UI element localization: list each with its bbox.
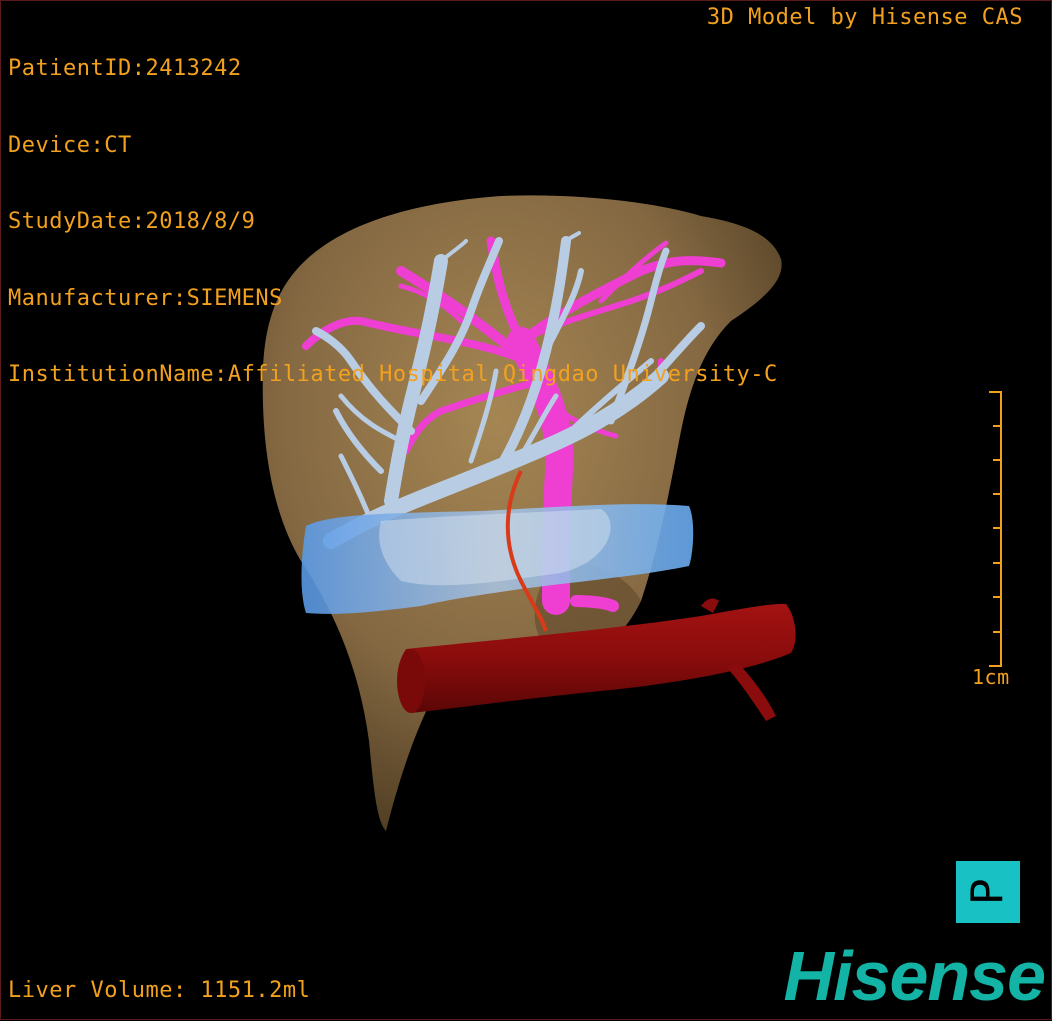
manufacturer-text: Manufacturer:SIEMENS bbox=[8, 285, 283, 311]
orientation-marker-button[interactable]: P bbox=[956, 861, 1020, 923]
scale-bar bbox=[989, 391, 1002, 667]
scale-bar-label: 1cm bbox=[972, 665, 1010, 689]
study-info-panel: PatientID:2413242 Device:CT StudyDate:20… bbox=[8, 5, 778, 439]
device-text: Device:CT bbox=[8, 132, 132, 158]
study-date-text: StudyDate:2018/8/9 bbox=[8, 209, 256, 234]
liver-volume-text: Liver Volume: 1151.2ml bbox=[8, 977, 311, 1003]
model-credit-text: 3D Model by Hisense CAS bbox=[706, 5, 1023, 30]
orientation-marker-label: P bbox=[961, 878, 1013, 906]
3d-viewport[interactable]: PatientID:2413242 Device:CT StudyDate:20… bbox=[0, 0, 1052, 1020]
patient-id-text: PatientID:2413242 bbox=[8, 56, 242, 81]
hisense-logo: Hisense bbox=[783, 937, 1046, 1015]
institution-text: InstitutionName:Affiliated Hospital Qing… bbox=[8, 362, 778, 387]
